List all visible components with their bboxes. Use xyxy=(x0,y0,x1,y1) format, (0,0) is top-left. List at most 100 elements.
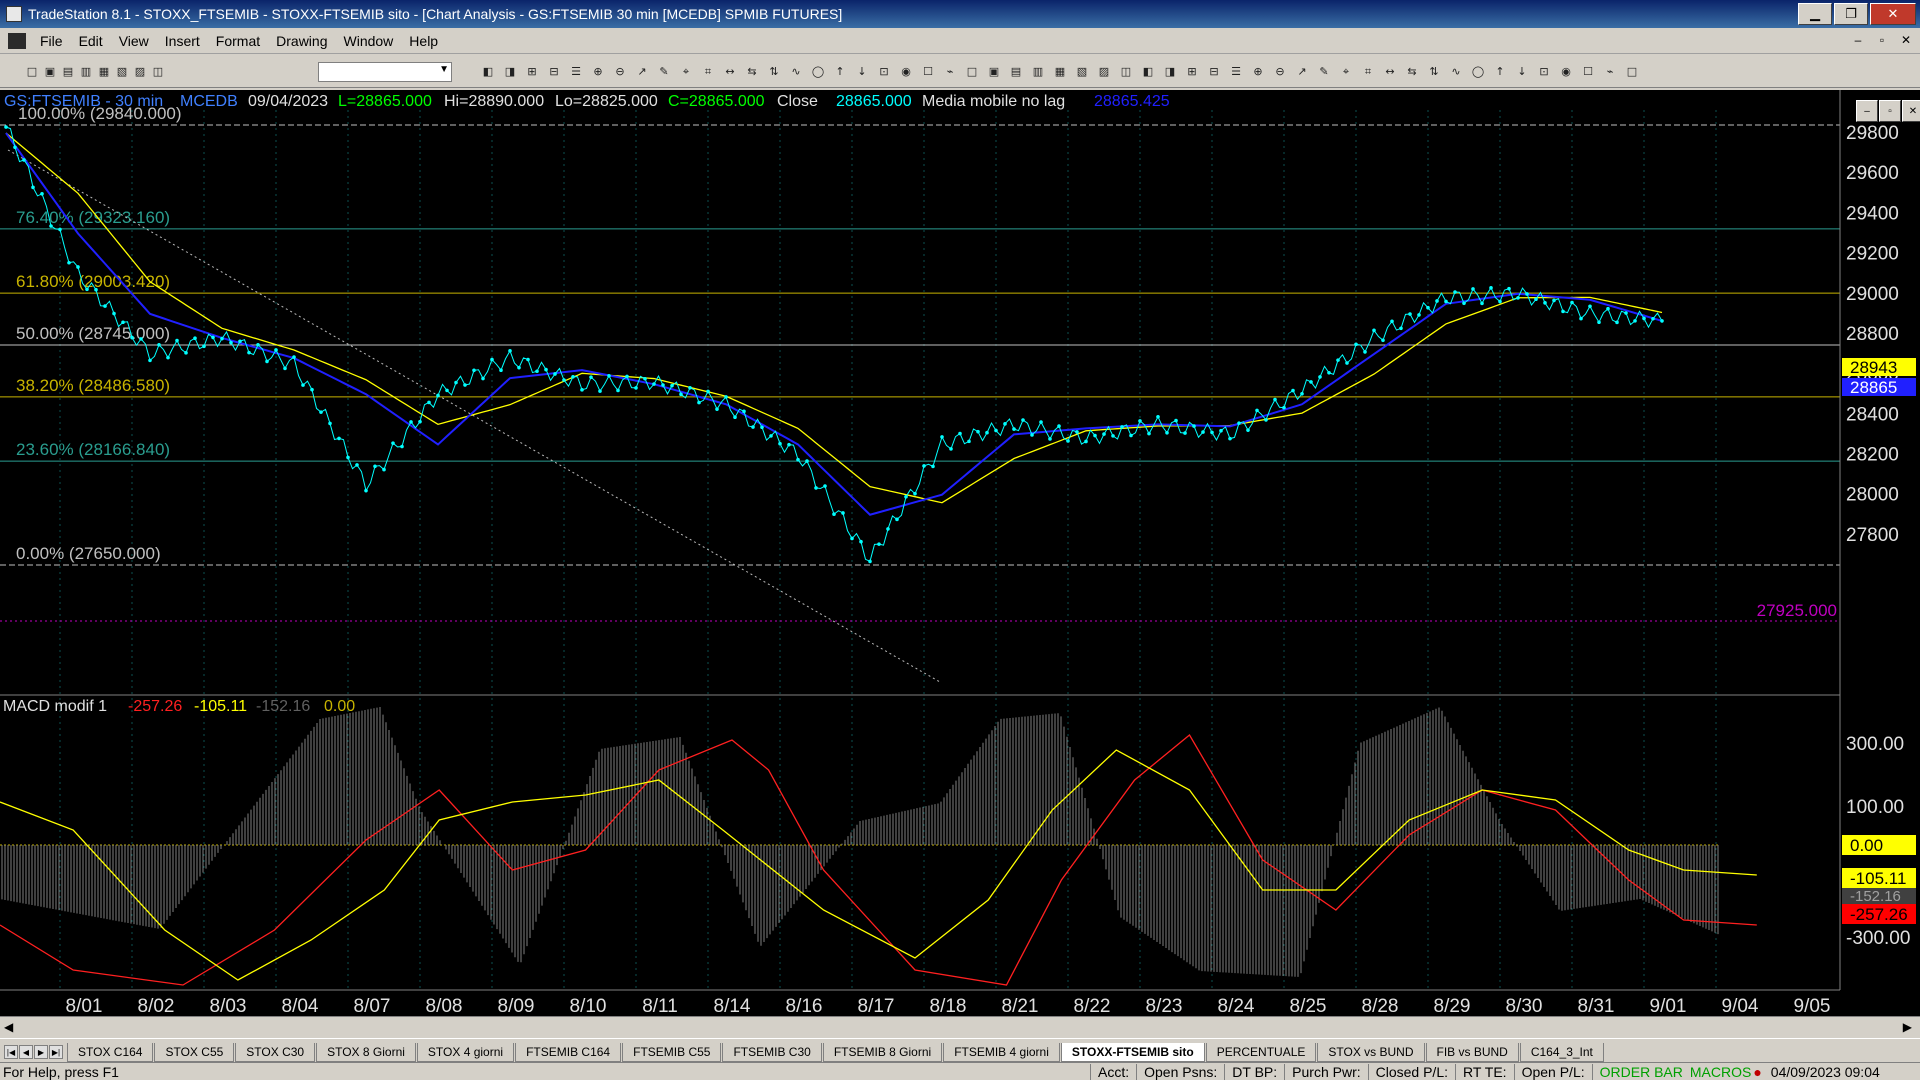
scroll-right-icon[interactable]: ▶ xyxy=(1903,1020,1912,1034)
workspace-tab[interactable]: STOX 4 giorni xyxy=(416,1043,515,1062)
trendline[interactable] xyxy=(7,149,941,683)
workspace-tab[interactable]: STOXX-FTSEMIB sito xyxy=(1060,1043,1205,1062)
toolbar-tool-icon[interactable]: ◉ xyxy=(1558,64,1574,80)
toolbar-tool-icon[interactable]: ⌖ xyxy=(1338,64,1354,80)
toolbar-tool-icon[interactable]: ◨ xyxy=(502,64,518,80)
menu-file[interactable]: File xyxy=(32,33,71,49)
toolbar-tool-icon[interactable]: ◧ xyxy=(480,64,496,80)
chevron-down-icon[interactable]: ▼ xyxy=(439,64,449,75)
toolbar-tool-icon[interactable]: ∿ xyxy=(1448,64,1464,80)
workspace-tab[interactable]: STOX C164 xyxy=(67,1043,154,1062)
macros-button[interactable]: MACROS xyxy=(1690,1064,1751,1080)
toolbar-tool-icon[interactable]: ▥ xyxy=(78,64,94,80)
toolbar-tool-icon[interactable]: ⇅ xyxy=(1426,64,1442,80)
axis-close-button[interactable]: ✕ xyxy=(1902,100,1920,122)
toolbar-tool-icon[interactable]: ↑ xyxy=(832,64,848,80)
mdi-minimize-button[interactable]: – xyxy=(1848,31,1868,49)
toolbar-tool-icon[interactable]: ∿ xyxy=(788,64,804,80)
workspace-tab[interactable]: STOX 8 Giorni xyxy=(316,1043,416,1062)
toolbar-tool-icon[interactable]: □ xyxy=(964,64,980,80)
tab-next-icon[interactable]: ▶ xyxy=(34,1045,48,1059)
toolbar-tool-icon[interactable]: ▤ xyxy=(60,64,76,80)
toolbar-tool-icon[interactable]: ⊞ xyxy=(1184,64,1200,80)
toolbar-tool-icon[interactable]: ▦ xyxy=(1052,64,1068,80)
toolbar-tool-icon[interactable]: ⊖ xyxy=(1272,64,1288,80)
toolbar-tool-icon[interactable]: ⇅ xyxy=(766,64,782,80)
toolbar-tool-icon[interactable]: ☰ xyxy=(568,64,584,80)
tab-last-icon[interactable]: ▶| xyxy=(49,1045,63,1059)
toolbar-tool-icon[interactable]: ↗ xyxy=(1294,64,1310,80)
toolbar-tool-icon[interactable]: ⌖ xyxy=(678,64,694,80)
axis-minimize-button[interactable]: – xyxy=(1856,100,1878,122)
horizontal-scrollbar[interactable]: ◀ ▶ xyxy=(0,1016,1920,1038)
toolbar-tool-icon[interactable]: ↔ xyxy=(1382,64,1398,80)
menu-view[interactable]: View xyxy=(111,33,157,49)
toolbar-tool-icon[interactable]: □ xyxy=(24,64,40,80)
toolbar-tool-icon[interactable]: ⌁ xyxy=(1602,64,1618,80)
toolbar-tool-icon[interactable]: ⊕ xyxy=(1250,64,1266,80)
workspace-tab[interactable]: FTSEMIB 8 Giorni xyxy=(822,1043,943,1062)
toolbar-tool-icon[interactable]: ◫ xyxy=(1118,64,1134,80)
mdi-close-button[interactable]: ✕ xyxy=(1896,31,1916,49)
workspace-tab[interactable]: C164_3_Int xyxy=(1519,1043,1604,1062)
toolbar-tool-icon[interactable]: ▨ xyxy=(132,64,148,80)
menu-insert[interactable]: Insert xyxy=(157,33,208,49)
chart-window-icon[interactable] xyxy=(8,32,26,49)
toolbar-tool-icon[interactable]: ↑ xyxy=(1492,64,1508,80)
toolbar-tool-icon[interactable]: ⇆ xyxy=(744,64,760,80)
workspace-tab[interactable]: FTSEMIB C30 xyxy=(722,1043,822,1062)
toolbar-tool-icon[interactable]: ⊞ xyxy=(524,64,540,80)
toolbar-tool-icon[interactable]: ▣ xyxy=(42,64,58,80)
toolbar-tool-icon[interactable]: ⇆ xyxy=(1404,64,1420,80)
symbol-combo[interactable]: ▼ xyxy=(318,62,452,82)
toolbar-tool-icon[interactable]: ⊟ xyxy=(1206,64,1222,80)
workspace-tab[interactable]: FTSEMIB C164 xyxy=(515,1043,622,1062)
mdi-restore-button[interactable]: ▫ xyxy=(1872,31,1892,49)
toolbar-tool-icon[interactable]: ▨ xyxy=(1096,64,1112,80)
toolbar-tool-icon[interactable]: ◨ xyxy=(1162,64,1178,80)
workspace-tab[interactable]: PERCENTUALE xyxy=(1205,1043,1317,1062)
order-bar-button[interactable]: ORDER BAR xyxy=(1591,1063,1690,1080)
close-button[interactable]: ✕ xyxy=(1870,3,1916,25)
restore-button[interactable]: ❐ xyxy=(1834,3,1868,25)
menu-drawing[interactable]: Drawing xyxy=(268,33,335,49)
toolbar-tool-icon[interactable]: ◯ xyxy=(1470,64,1486,80)
chart-svg[interactable]: GS:FTSEMIB - 30 min MCEDB 09/04/2023 L=2… xyxy=(0,90,1920,1017)
workspace-tab[interactable]: STOX C30 xyxy=(235,1043,316,1062)
tab-first-icon[interactable]: |◀ xyxy=(4,1045,18,1059)
toolbar-tool-icon[interactable]: ⊖ xyxy=(612,64,628,80)
toolbar-tool-icon[interactable]: ◉ xyxy=(898,64,914,80)
toolbar-tool-icon[interactable]: ◫ xyxy=(150,64,166,80)
tab-prev-icon[interactable]: ◀ xyxy=(19,1045,33,1059)
toolbar-tool-icon[interactable]: ↔ xyxy=(722,64,738,80)
toolbar-tool-icon[interactable]: ⊟ xyxy=(546,64,562,80)
toolbar-tool-icon[interactable]: ✎ xyxy=(1316,64,1332,80)
toolbar-tool-icon[interactable]: ↓ xyxy=(854,64,870,80)
workspace-tab[interactable]: FIB vs BUND xyxy=(1425,1043,1519,1062)
toolbar-tool-icon[interactable]: ☰ xyxy=(1228,64,1244,80)
toolbar-tool-icon[interactable]: ◯ xyxy=(810,64,826,80)
toolbar-tool-icon[interactable]: ⊡ xyxy=(1536,64,1552,80)
workspace-tab[interactable]: FTSEMIB 4 giorni xyxy=(943,1043,1060,1062)
toolbar-tool-icon[interactable]: ⊡ xyxy=(876,64,892,80)
toolbar-tool-icon[interactable]: □ xyxy=(1624,64,1640,80)
toolbar-tool-icon[interactable]: ▤ xyxy=(1008,64,1024,80)
menu-help[interactable]: Help xyxy=(401,33,446,49)
workspace-tab[interactable]: FTSEMIB C55 xyxy=(622,1043,722,1062)
menu-window[interactable]: Window xyxy=(336,33,402,49)
toolbar-tool-icon[interactable]: ▦ xyxy=(96,64,112,80)
toolbar-tool-icon[interactable]: ☐ xyxy=(920,64,936,80)
toolbar-tool-icon[interactable]: ◧ xyxy=(1140,64,1156,80)
workspace-tab[interactable]: STOX vs BUND xyxy=(1317,1043,1425,1062)
toolbar-tool-icon[interactable]: ⌗ xyxy=(700,64,716,80)
minimize-button[interactable]: ▁ xyxy=(1798,3,1832,25)
menu-edit[interactable]: Edit xyxy=(71,33,111,49)
toolbar-tool-icon[interactable]: ☐ xyxy=(1580,64,1596,80)
chart-area[interactable]: GS:FTSEMIB - 30 min MCEDB 09/04/2023 L=2… xyxy=(0,90,1920,1017)
toolbar-tool-icon[interactable]: ▧ xyxy=(114,64,130,80)
toolbar-tool-icon[interactable]: ▥ xyxy=(1030,64,1046,80)
scroll-left-icon[interactable]: ◀ xyxy=(4,1020,13,1034)
toolbar-tool-icon[interactable]: ⊕ xyxy=(590,64,606,80)
toolbar-tool-icon[interactable]: ↓ xyxy=(1514,64,1530,80)
toolbar-tool-icon[interactable]: ✎ xyxy=(656,64,672,80)
